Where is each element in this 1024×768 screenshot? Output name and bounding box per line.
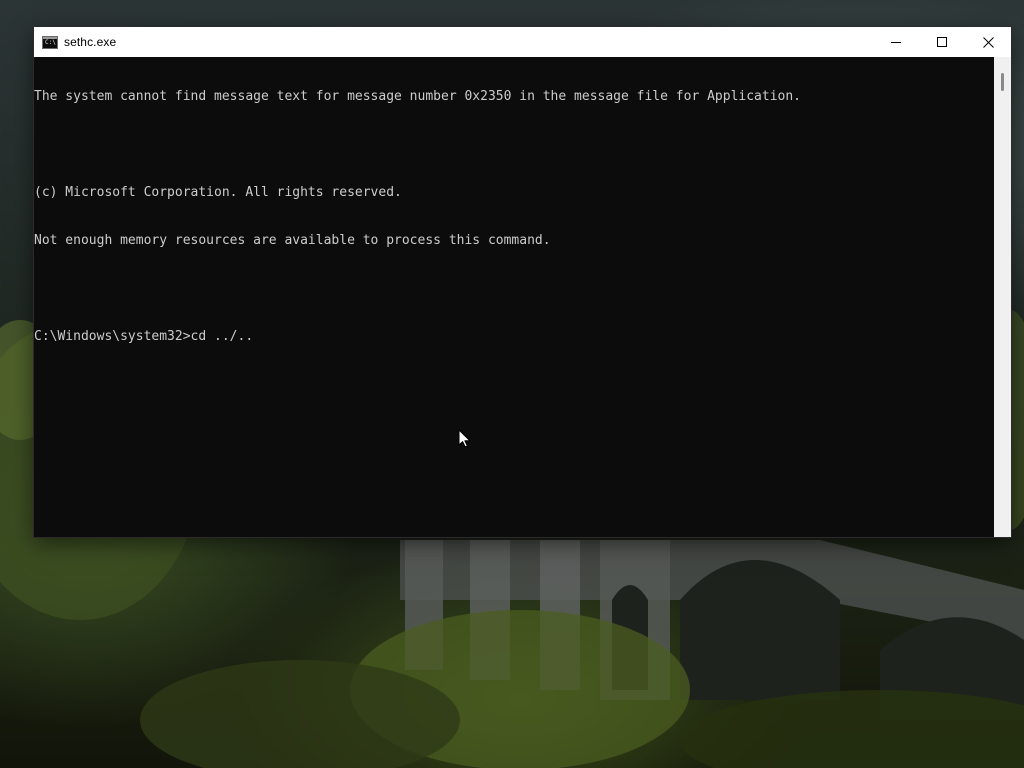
console-output[interactable]: The system cannot find message text for … [34,57,994,537]
console-line: (c) Microsoft Corporation. All rights re… [34,185,402,200]
console-text: The system cannot find message text for … [34,57,994,377]
vertical-scrollbar[interactable] [994,57,1011,537]
caption-buttons [873,27,1011,57]
close-button[interactable] [965,27,1011,57]
maximize-button[interactable] [919,27,965,57]
maximize-icon [937,37,947,47]
close-icon [982,36,994,48]
console-icon-glyph: C:\ [45,38,56,46]
console-line: Not enough memory resources are availabl… [34,233,551,248]
mouse-pointer-icon [458,429,471,452]
console-prompt-line[interactable]: C:\Windows\system32>cd ../.. [34,329,994,345]
console-window[interactable]: C:\ sethc.exe The system cannot find mes… [34,27,1011,537]
minimize-icon [891,42,901,43]
window-title: sethc.exe [64,35,117,49]
console-line: The system cannot find message text for … [34,89,802,104]
console-icon[interactable]: C:\ [42,35,58,49]
scrollbar-thumb[interactable] [1001,73,1004,91]
title-bar[interactable]: C:\ sethc.exe [34,27,1011,57]
minimize-button[interactable] [873,27,919,57]
